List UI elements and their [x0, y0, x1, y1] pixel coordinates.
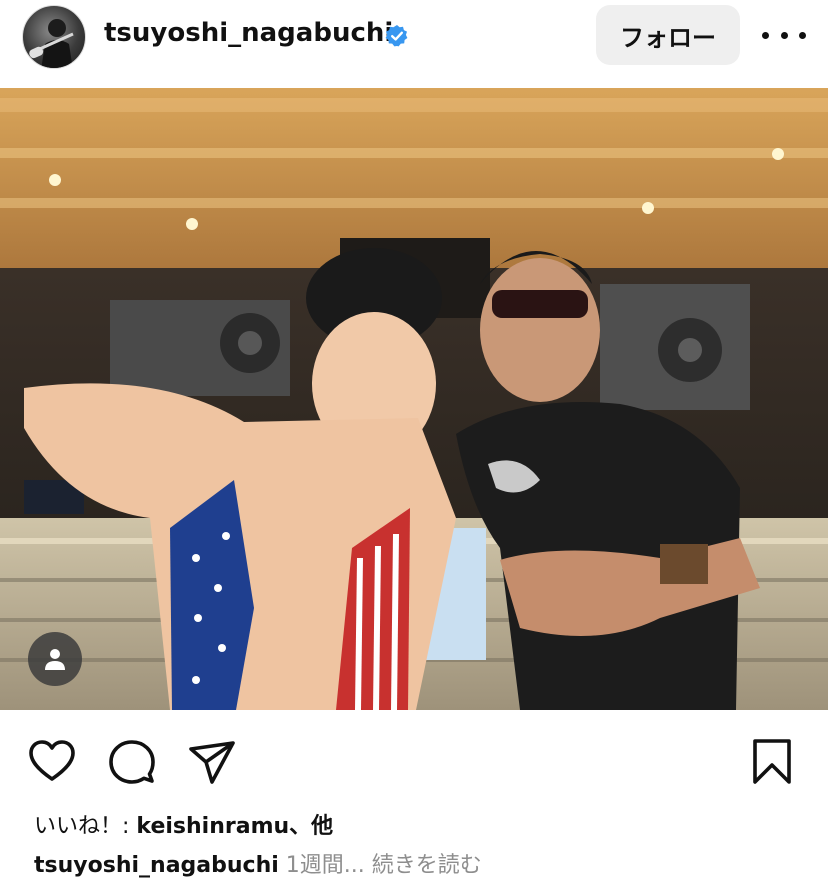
- post-username[interactable]: tsuyoshi_nagabuchi: [104, 18, 393, 48]
- likes-prefix: いいね！:: [34, 814, 137, 839]
- comment-bubble-icon[interactable]: [108, 738, 156, 786]
- user-tag-button[interactable]: [28, 632, 82, 686]
- post-image[interactable]: [0, 88, 828, 710]
- more-horizontal-icon[interactable]: [762, 20, 806, 50]
- follow-button[interactable]: フォロー: [596, 5, 740, 65]
- paper-plane-icon[interactable]: [188, 738, 236, 786]
- post-actions-bar: [0, 710, 828, 810]
- caption-time: 1週間...: [285, 853, 365, 878]
- post-header: tsuyoshi_nagabuchi フォロー: [0, 0, 828, 88]
- caption-username[interactable]: tsuyoshi_nagabuchi: [34, 853, 279, 878]
- bookmark-icon[interactable]: [748, 738, 796, 786]
- heart-icon[interactable]: [28, 738, 76, 786]
- profile-avatar[interactable]: [22, 5, 86, 69]
- read-more-link[interactable]: 続きを読む: [372, 853, 482, 878]
- person-icon: [45, 649, 65, 670]
- post-caption: tsuyoshi_nagabuchi 1週間... 続きを読む: [34, 847, 482, 879]
- likes-suffix: 、他: [289, 814, 334, 839]
- likes-summary[interactable]: いいね！: keishinramu、他: [34, 808, 333, 840]
- likes-user-link[interactable]: keishinramu: [136, 814, 289, 839]
- verified-badge-icon: [385, 25, 408, 47]
